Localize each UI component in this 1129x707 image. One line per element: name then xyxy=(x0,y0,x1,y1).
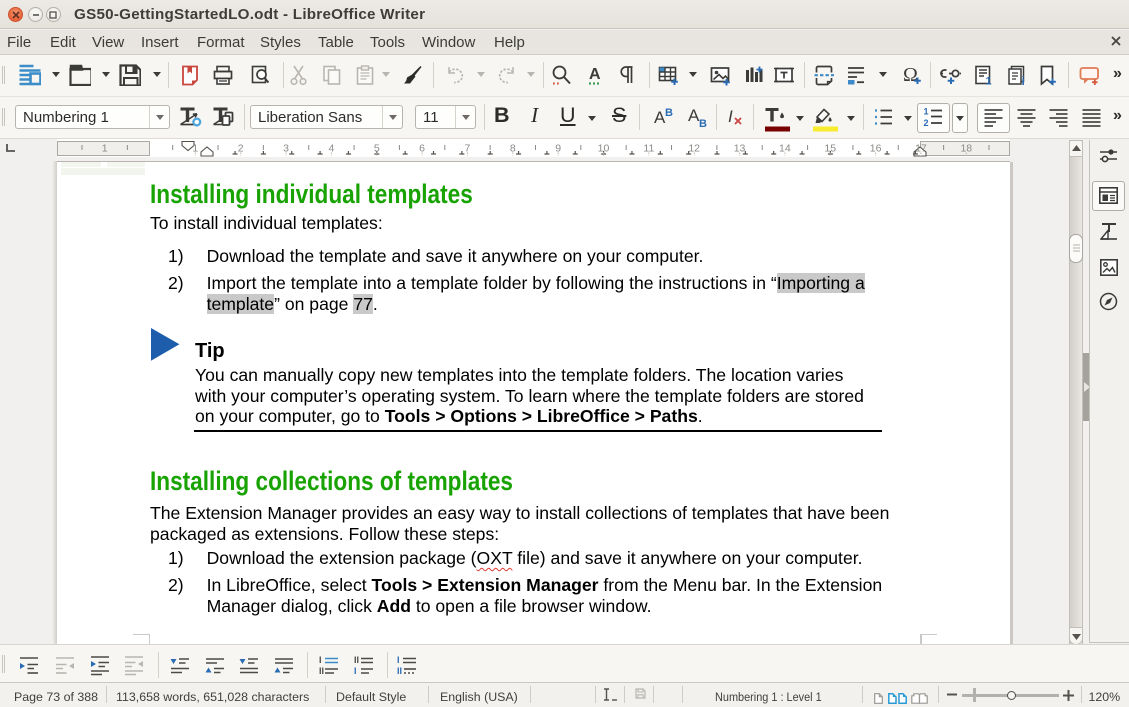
svg-text:1: 1 xyxy=(924,107,929,117)
svg-text:I: I xyxy=(354,666,357,676)
svg-text:Ω: Ω xyxy=(903,64,918,86)
svg-text:I: I xyxy=(728,107,733,126)
svg-text:i: i xyxy=(1022,74,1025,86)
svg-text:2: 2 xyxy=(924,118,929,128)
svg-text:II: II xyxy=(319,666,324,676)
svg-text:II: II xyxy=(354,655,359,665)
svg-text:II: II xyxy=(397,666,402,676)
svg-text:I: I xyxy=(397,655,400,665)
svg-text:A: A xyxy=(589,66,601,83)
svg-text:1: 1 xyxy=(986,76,992,87)
svg-text:I: I xyxy=(319,655,322,665)
svg-text:B: B xyxy=(699,118,707,128)
svg-text:B: B xyxy=(665,107,673,119)
